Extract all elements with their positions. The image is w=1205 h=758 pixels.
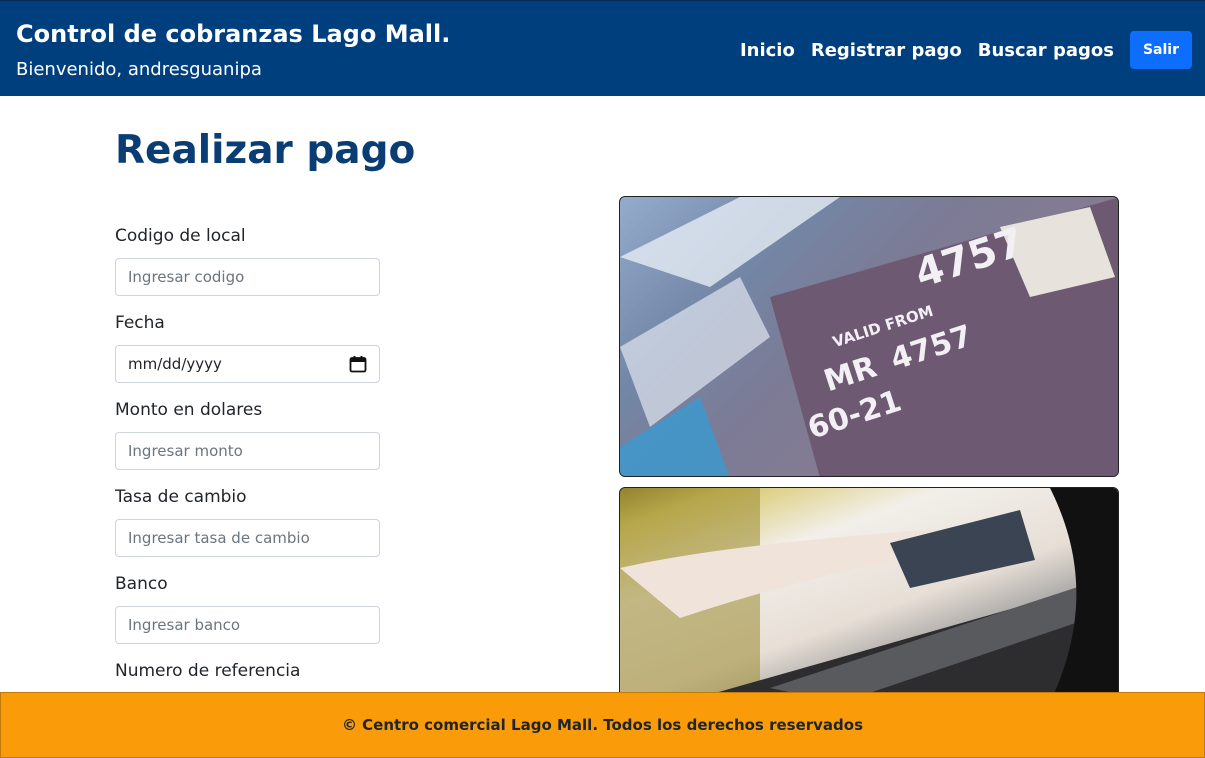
- top-header: Control de cobranzas Lago Mall. Bienveni…: [0, 0, 1205, 96]
- nav-link-inicio[interactable]: Inicio: [740, 40, 795, 61]
- app-title: Control de cobranzas Lago Mall.: [16, 20, 451, 48]
- banco-label: Banco: [115, 574, 168, 594]
- main-nav: Inicio Registrar pago Buscar pagos Salir: [740, 31, 1192, 69]
- monto-input[interactable]: [115, 432, 380, 470]
- footer-copyright: © Centro comercial Lago Mall. Todos los …: [341, 716, 864, 734]
- fecha-value: mm/dd/yyyy: [128, 355, 222, 373]
- welcome-text: Bienvenido, andresguanipa: [16, 59, 262, 80]
- banco-input[interactable]: [115, 606, 380, 644]
- banco-field-group: Banco: [115, 574, 380, 644]
- fecha-label: Fecha: [115, 313, 165, 333]
- payment-form: Codigo de local Fecha mm/dd/yyyy Monto e…: [115, 226, 380, 700]
- tasa-label: Tasa de cambio: [115, 487, 247, 507]
- typing-with-card-image: [619, 487, 1119, 702]
- tasa-input[interactable]: [115, 519, 380, 557]
- codigo-label: Codigo de local: [115, 226, 246, 246]
- image-column: 4757 VALID FROM MR 4757 60-21: [619, 196, 1119, 702]
- codigo-input[interactable]: [115, 258, 380, 296]
- referencia-label: Numero de referencia: [115, 661, 301, 681]
- monto-label: Monto en dolares: [115, 400, 263, 420]
- monto-field-group: Monto en dolares: [115, 400, 380, 470]
- credit-card-illustration: 4757 VALID FROM MR 4757 60-21: [620, 197, 1118, 476]
- logout-button[interactable]: Salir: [1129, 31, 1192, 69]
- tasa-field-group: Tasa de cambio: [115, 487, 380, 557]
- nav-link-registrar-pago[interactable]: Registrar pago: [811, 40, 962, 61]
- page-title: Realizar pago: [115, 128, 416, 173]
- footer-bar: © Centro comercial Lago Mall. Todos los …: [0, 692, 1205, 758]
- typing-illustration: [620, 488, 1118, 701]
- nav-link-buscar-pagos[interactable]: Buscar pagos: [978, 40, 1114, 61]
- referencia-field-group: Numero de referencia: [115, 661, 380, 683]
- calendar-icon[interactable]: [349, 355, 367, 373]
- codigo-field-group: Codigo de local: [115, 226, 380, 296]
- fecha-input[interactable]: mm/dd/yyyy: [115, 345, 380, 383]
- fecha-field-group: Fecha mm/dd/yyyy: [115, 313, 380, 383]
- credit-card-keyboard-image: 4757 VALID FROM MR 4757 60-21: [619, 196, 1119, 477]
